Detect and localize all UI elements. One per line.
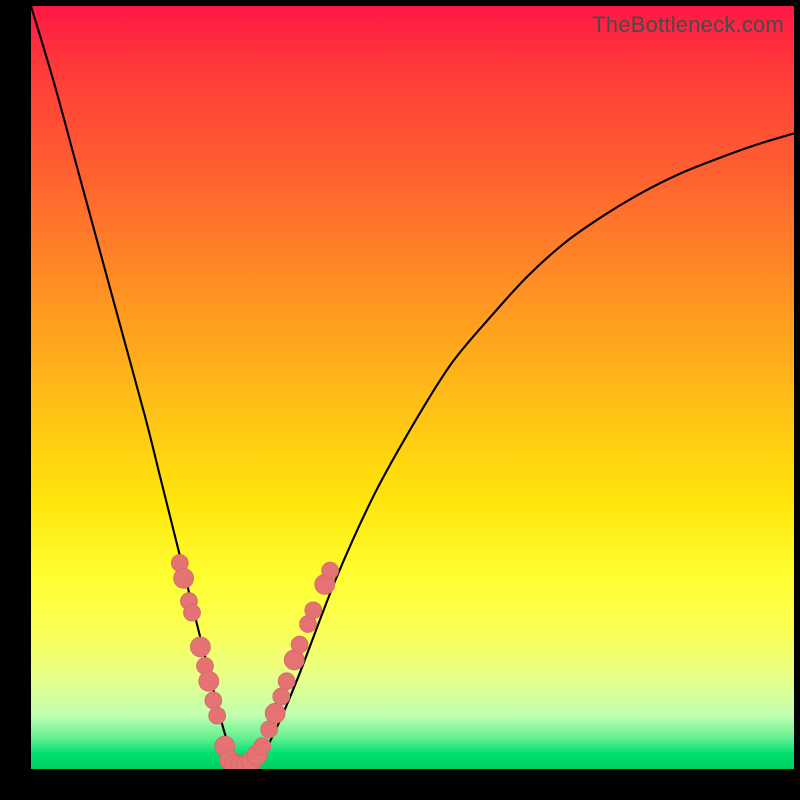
data-marker <box>273 688 290 705</box>
data-marker <box>190 637 210 657</box>
data-marker <box>199 671 219 691</box>
bottleneck-curve <box>31 6 794 765</box>
attribution-text: TheBottleneck.com <box>592 12 784 38</box>
data-marker <box>265 703 285 723</box>
chart-frame: TheBottleneck.com <box>0 0 800 800</box>
data-marker <box>291 636 308 653</box>
data-marker <box>305 602 322 619</box>
plot-area: TheBottleneck.com <box>31 6 794 769</box>
data-marker <box>184 604 201 621</box>
data-marker <box>174 568 194 588</box>
data-marker <box>205 692 222 709</box>
marker-group <box>171 555 338 769</box>
chart-svg <box>31 6 794 769</box>
data-marker <box>254 738 271 755</box>
data-marker <box>278 673 295 690</box>
data-marker <box>209 707 226 724</box>
data-marker <box>322 562 339 579</box>
